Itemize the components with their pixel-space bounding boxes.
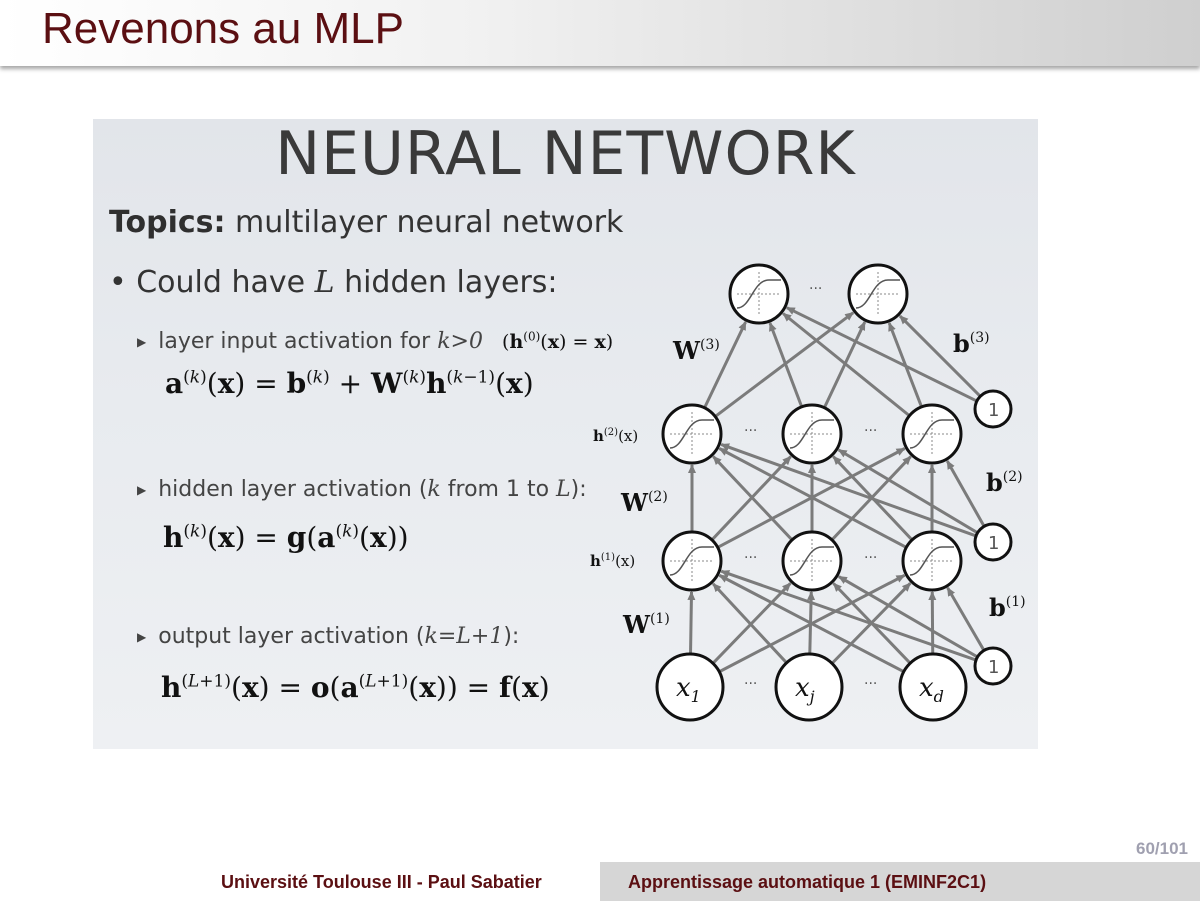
bias-node-2-label: 1 xyxy=(988,533,999,554)
footer-right: Apprentissage automatique 1 (EMINF2C1) xyxy=(600,862,1200,901)
network-diagram: ... ... ... 1 ... ... 1 x1 xj xd ... ...… xyxy=(590,263,1026,722)
label-b2: b(2) xyxy=(986,468,1023,497)
footer-left: Université Toulouse III - Paul Sabatier xyxy=(0,862,600,901)
label-W2: W(2) xyxy=(620,488,668,517)
h1-ellipsis-1: ... xyxy=(744,546,757,562)
bias-node-3-label: 1 xyxy=(988,400,999,421)
label-b1: b(1) xyxy=(989,593,1026,622)
connection-arrow xyxy=(837,448,979,535)
connection-arrow xyxy=(703,321,747,409)
connection-arrow xyxy=(837,575,979,659)
h2-ellipsis-1: ... xyxy=(744,419,757,435)
label-W3: W(3) xyxy=(672,336,720,365)
xd-label: x xyxy=(919,673,934,703)
connection-arrow xyxy=(768,322,804,408)
label-h2: h(2)(x) xyxy=(593,427,638,445)
label-h1: h(1)(x) xyxy=(590,552,635,570)
connection-arrow xyxy=(687,590,696,655)
connection-arrow xyxy=(946,586,986,652)
h1-ellipsis-2: ... xyxy=(864,546,877,562)
title-bar: Revenons au MLP xyxy=(0,0,1200,66)
input-ellipsis-1: ... xyxy=(744,672,757,688)
xd-sub: d xyxy=(934,687,944,706)
xj-label: x xyxy=(795,673,810,703)
input-ellipsis-2: ... xyxy=(864,672,877,688)
label-W1: W(1) xyxy=(622,610,670,639)
bias-node-1-label: 1 xyxy=(988,657,999,678)
x1-label: x xyxy=(676,673,691,703)
output-layer: ... xyxy=(728,263,909,325)
slide-title: Revenons au MLP xyxy=(42,4,404,53)
footer-course: Apprentissage automatique 1 (EMINF2C1) xyxy=(628,872,987,892)
hidden-layer-2: ... ... 1 xyxy=(661,389,1013,465)
input-layer: x1 xj xd ... ... 1 xyxy=(655,646,1013,722)
footer-university: Université Toulouse III - Paul Sabatier xyxy=(221,872,542,892)
network-edges xyxy=(687,306,986,674)
page-number: 60/101 xyxy=(1136,839,1188,858)
x1-sub: 1 xyxy=(691,687,701,706)
output-ellipsis: ... xyxy=(809,277,822,293)
neural-network-slide-image: NEURAL NETWORK Topics: multilayer neural… xyxy=(93,119,1038,749)
h2-ellipsis-2: ... xyxy=(864,419,877,435)
label-b3: b(3) xyxy=(953,329,990,358)
